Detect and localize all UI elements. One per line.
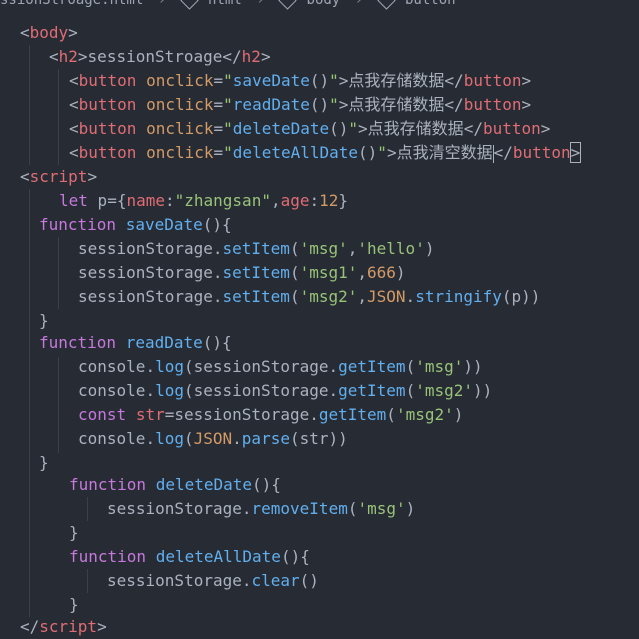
code-editor[interactable]: ssionStroage.html › html › body › button… bbox=[0, 0, 639, 638]
code-line: function saveDate(){ bbox=[39, 215, 232, 234]
code-line: console.log(sessionStorage.getItem('msg2… bbox=[78, 381, 493, 400]
code-line: <body> bbox=[20, 23, 78, 42]
code-line: <button onclick="deleteDate()">点我存储数据</b… bbox=[69, 119, 551, 138]
breadcrumb: ssionStroage.html › html › body › button bbox=[0, 0, 456, 10]
code-line: sessionStorage.setItem('msg2',JSON.strin… bbox=[78, 287, 541, 306]
indent-guide bbox=[87, 497, 88, 521]
code-line: </script> bbox=[20, 617, 107, 636]
indent-guide bbox=[58, 69, 59, 165]
code-line: function deleteAllDate(){ bbox=[69, 547, 310, 566]
code-line: sessionStorage.removeItem('msg') bbox=[107, 499, 416, 518]
element-icon bbox=[278, 0, 297, 10]
breadcrumb-item-button[interactable]: button bbox=[405, 0, 456, 8]
code-line-active: <button onclick="deleteAllDate()">点我清空数据… bbox=[69, 142, 582, 163]
code-line: } bbox=[69, 523, 79, 542]
code-line: const str=sessionStorage.getItem('msg2') bbox=[78, 405, 464, 424]
breadcrumb-item-body[interactable]: body bbox=[307, 0, 341, 8]
chevron-right-icon: › bbox=[157, 0, 167, 8]
element-icon bbox=[376, 0, 396, 10]
code-line: } bbox=[39, 453, 49, 472]
indent-guide bbox=[29, 189, 30, 617]
code-line: sessionStorage.clear() bbox=[107, 571, 319, 590]
code-line: sessionStorage.setItem('msg1',666) bbox=[78, 263, 406, 282]
indent-guide bbox=[87, 569, 88, 593]
indent-guide bbox=[58, 357, 59, 453]
code-line: let p={name:"zhangsan",age:12} bbox=[59, 191, 349, 210]
breadcrumb-item-html[interactable]: html bbox=[208, 0, 242, 8]
code-line: function deleteDate(){ bbox=[69, 475, 281, 494]
code-line: console.log(JSON.parse(str)) bbox=[78, 429, 348, 448]
breadcrumb-file[interactable]: ssionStroage.html bbox=[0, 0, 143, 8]
chevron-right-icon: › bbox=[256, 0, 265, 8]
code-line: } bbox=[69, 595, 79, 614]
code-line: <button onclick="readDate()">点我存储数据</but… bbox=[69, 95, 532, 114]
indent-guide bbox=[29, 45, 30, 165]
code-line: function readDate(){ bbox=[39, 333, 232, 352]
code-line: <script> bbox=[20, 167, 98, 186]
code-line: sessionStorage.setItem('msg','hello') bbox=[78, 239, 435, 258]
indent-guide bbox=[58, 237, 59, 309]
code-line: <button onclick="saveDate()">点我存储数据</but… bbox=[69, 71, 532, 90]
code-line: console.log(sessionStorage.getItem('msg'… bbox=[78, 357, 483, 376]
code-line: <h2>sessionStroage</h2> bbox=[49, 47, 271, 66]
code-line: } bbox=[39, 311, 49, 330]
element-icon bbox=[179, 0, 199, 10]
chevron-right-icon: › bbox=[354, 0, 364, 8]
